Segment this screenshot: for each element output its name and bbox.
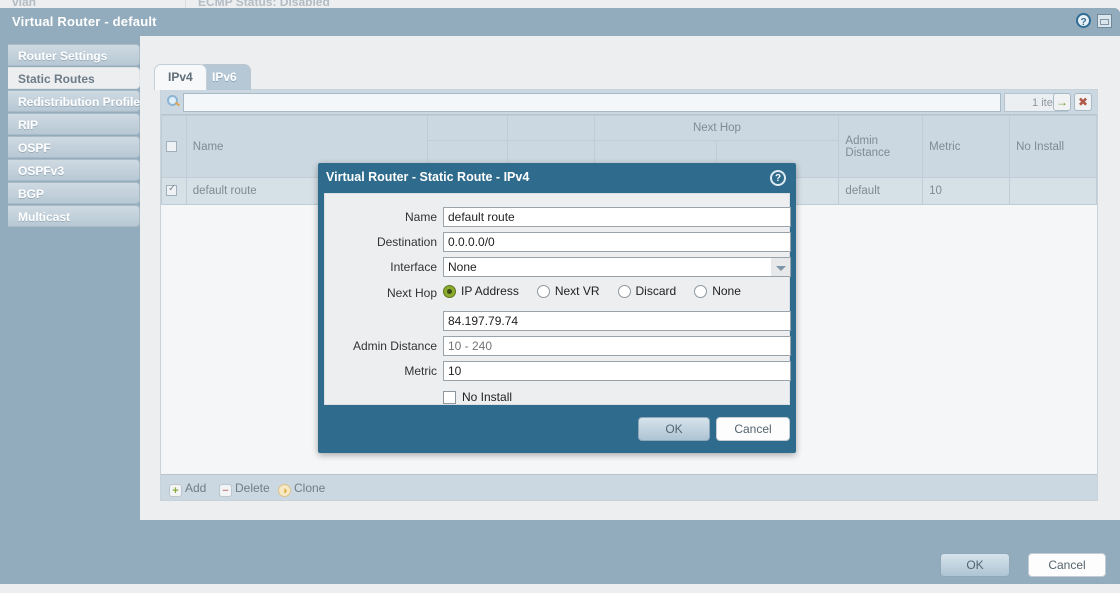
static-route-dialog: Virtual Router - Static Route - IPv4 ? N… <box>318 163 796 453</box>
sidebar-item-multicast[interactable]: Multicast <box>8 205 140 227</box>
field-row-next-hop: Next Hop IP Address Next VR Discard None <box>325 283 789 308</box>
metric-label: Metric <box>404 364 437 378</box>
admin-distance-input[interactable] <box>443 336 791 356</box>
next-hop-radio-group: IP Address Next VR Discard None <box>443 284 759 298</box>
row-select-checkbox[interactable] <box>166 183 177 197</box>
destination-input[interactable] <box>443 232 791 252</box>
background-strip-left-text: vlan <box>12 0 37 8</box>
dialog-titlebar: Virtual Router - Static Route - IPv4 ? <box>318 163 796 193</box>
radio-ip-address[interactable]: IP Address <box>443 284 519 298</box>
window-cancel-button[interactable]: Cancel <box>1028 553 1106 577</box>
help-icon[interactable]: ? <box>1076 13 1091 28</box>
field-row-destination: Destination <box>325 232 791 257</box>
dialog-help-icon[interactable]: ? <box>770 170 786 186</box>
field-row-name: Name <box>325 207 791 232</box>
interface-label: Interface <box>390 260 437 274</box>
clone-button-label: Clone <box>294 481 326 495</box>
dialog-title: Virtual Router - Static Route - IPv4 <box>326 170 530 184</box>
clone-icon: ◑ <box>278 484 291 497</box>
radio-none-label: None <box>712 284 741 298</box>
no-install-label: No Install <box>462 390 513 404</box>
plus-icon: + <box>169 484 182 497</box>
name-input[interactable] <box>443 207 791 227</box>
search-apply-icon[interactable]: → <box>1053 93 1071 111</box>
delete-button-label: Delete <box>235 481 270 495</box>
cell-no-install <box>1009 177 1097 205</box>
column-header-no-install[interactable]: No Install <box>1009 115 1097 178</box>
dialog-footer: OK Cancel <box>318 405 796 453</box>
interface-select-value: None <box>443 257 773 277</box>
minus-icon: − <box>219 484 232 497</box>
sidebar-item-router-settings[interactable]: Router Settings <box>8 44 140 66</box>
radio-ip-address-label: IP Address <box>461 284 519 298</box>
add-button[interactable]: + Add <box>169 479 206 497</box>
radio-ip-address-indicator <box>443 284 456 298</box>
page-title: Virtual Router - default <box>12 14 157 29</box>
column-header-admin-distance[interactable]: Admin Distance <box>838 115 924 178</box>
window-footer: OK Cancel <box>0 520 1120 584</box>
column-header-interface-group <box>507 115 596 141</box>
radio-discard-label: Discard <box>635 284 677 298</box>
clone-button[interactable]: ◑ Clone <box>278 479 325 497</box>
sidebar-item-static-routes[interactable]: Static Routes <box>8 67 140 89</box>
radio-next-vr-indicator <box>536 284 550 298</box>
cell-admin-distance: default <box>838 177 924 205</box>
next-hop-ip-input[interactable] <box>443 311 791 331</box>
metric-input[interactable] <box>443 361 791 381</box>
field-row-admin-distance: Admin Distance <box>325 336 791 361</box>
no-install-row[interactable]: No Install <box>443 390 512 404</box>
window-titlebar: Virtual Router - default ? <box>0 8 1120 36</box>
search-bar: 1 item → ✖ <box>161 90 1097 115</box>
table-toolbar: + Add − Delete ◑ Clone <box>161 474 1097 500</box>
row-select-cell <box>161 177 187 205</box>
radio-next-vr-label: Next VR <box>554 284 600 298</box>
sidebar-item-redistribution-profile[interactable]: Redistribution Profile <box>8 90 140 112</box>
next-hop-label: Next Hop <box>386 286 437 300</box>
delete-button[interactable]: − Delete <box>219 479 270 497</box>
search-icon <box>167 95 181 108</box>
table-group-header-row: Name Next Hop Admin Distance Metric No I… <box>161 115 1097 178</box>
sidebar-item-ospfv3[interactable]: OSPFv3 <box>8 159 140 181</box>
field-row-next-hop-value <box>325 311 791 336</box>
search-input[interactable] <box>183 93 1001 112</box>
admin-distance-label: Admin Distance <box>352 339 437 353</box>
name-label: Name <box>404 210 437 224</box>
field-row-interface: Interface None <box>325 257 791 282</box>
window-restore-icon[interactable] <box>1097 13 1112 28</box>
window-ok-button[interactable]: OK <box>940 553 1010 577</box>
dialog-body: Name Destination Interface None Next Hop <box>324 193 791 405</box>
radio-discard-indicator <box>617 284 631 298</box>
chevron-down-icon[interactable] <box>771 257 791 277</box>
sidebar-item-rip[interactable]: RIP <box>8 113 140 135</box>
column-header-metric[interactable]: Metric <box>922 115 1011 178</box>
radio-next-vr[interactable]: Next VR <box>536 284 600 298</box>
radio-discard[interactable]: Discard <box>617 284 677 298</box>
background-strip: vlan ECMP Status: Disabled <box>0 0 1120 8</box>
dialog-cancel-button[interactable]: Cancel <box>716 417 790 441</box>
search-clear-icon[interactable]: ✖ <box>1074 93 1092 111</box>
sidebar-item-ospf[interactable]: OSPF <box>8 136 140 158</box>
dialog-ok-button[interactable]: OK <box>638 417 710 441</box>
window-title-icons: ? <box>1076 13 1112 28</box>
cell-metric: 10 <box>922 177 1011 205</box>
screen: vlan ECMP Status: Disabled Virtual Route… <box>0 0 1120 593</box>
interface-select[interactable]: None <box>443 257 791 277</box>
radio-none-indicator <box>694 284 708 298</box>
tab-ipv4[interactable]: IPv4 <box>154 64 207 90</box>
select-all-checkbox[interactable] <box>166 140 177 152</box>
radio-none[interactable]: None <box>694 284 741 298</box>
sidebar: Router Settings Static Routes Redistribu… <box>8 44 140 228</box>
background-strip-right-text: ECMP Status: Disabled <box>198 0 330 8</box>
destination-label: Destination <box>376 235 437 249</box>
add-button-label: Add <box>185 481 207 495</box>
column-group-next-hop: Next Hop <box>594 115 840 141</box>
field-row-metric: Metric <box>325 361 791 386</box>
column-header-destination-group <box>427 115 509 141</box>
select-all-cell <box>161 115 187 178</box>
background-strip-divider <box>185 0 186 8</box>
sidebar-item-bgp[interactable]: BGP <box>8 182 140 204</box>
no-install-checkbox[interactable] <box>443 390 456 404</box>
